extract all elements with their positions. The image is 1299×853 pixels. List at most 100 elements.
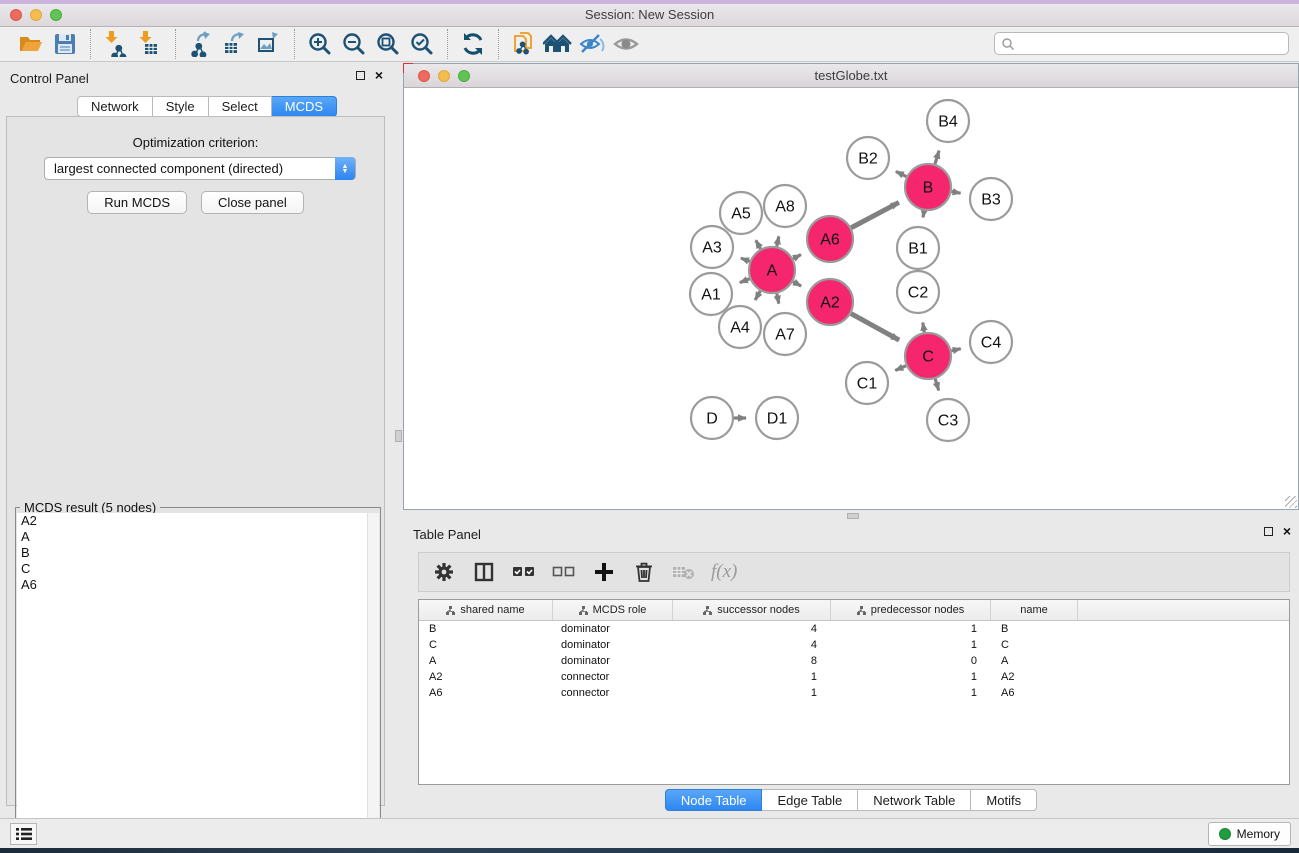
cell-mcds_role[interactable]: connector bbox=[553, 669, 673, 685]
open-file-button[interactable] bbox=[14, 29, 48, 59]
graph-node-A[interactable]: A bbox=[749, 247, 795, 293]
cell-name[interactable]: A2 bbox=[991, 669, 1078, 685]
graph-edge-C-C1[interactable] bbox=[895, 366, 906, 371]
tab-network-table[interactable]: Network Table bbox=[858, 789, 971, 811]
cell-mcds_role[interactable]: connector bbox=[553, 685, 673, 701]
settings-button[interactable] bbox=[431, 559, 457, 585]
cell-mcds_role[interactable]: dominator bbox=[553, 653, 673, 669]
graph-edge-A-A7[interactable] bbox=[777, 294, 779, 304]
tab-network[interactable]: Network bbox=[77, 96, 153, 117]
graph-edge-C-C2[interactable] bbox=[923, 323, 925, 333]
network-maximize-button[interactable] bbox=[458, 70, 470, 82]
float-panel-icon[interactable] bbox=[356, 71, 365, 80]
graph-edge-A-A5[interactable] bbox=[756, 240, 761, 249]
graph-node-B[interactable]: B bbox=[905, 164, 951, 210]
network-window-titlebar[interactable]: testGlobe.txt bbox=[404, 64, 1298, 88]
vertical-split-handle[interactable] bbox=[395, 430, 402, 442]
cell-successor_nodes[interactable]: 4 bbox=[673, 637, 831, 653]
delete-column-button[interactable] bbox=[631, 559, 657, 585]
tab-motifs[interactable]: Motifs bbox=[971, 789, 1037, 811]
first-neighbors-button[interactable] bbox=[541, 29, 575, 59]
maximize-window-button[interactable] bbox=[50, 9, 62, 21]
app-titlebar[interactable]: Session: New Session bbox=[0, 4, 1299, 27]
graph-node-A4[interactable]: A4 bbox=[719, 306, 761, 348]
result-list-item[interactable]: A6 bbox=[17, 577, 369, 593]
cell-name[interactable]: C bbox=[991, 637, 1078, 653]
run-mcds-button[interactable]: Run MCDS bbox=[87, 191, 187, 214]
show-all-button[interactable] bbox=[609, 29, 643, 59]
graph-node-C2[interactable]: C2 bbox=[897, 271, 939, 313]
delete-table-button[interactable] bbox=[671, 559, 697, 585]
cell-predecessor_nodes[interactable]: 1 bbox=[831, 637, 991, 653]
graph-edge-A2-C[interactable] bbox=[851, 314, 899, 340]
column-header-successor-nodes[interactable]: successor nodes bbox=[673, 600, 831, 620]
mcds-result-list[interactable]: A2ABCA6 bbox=[17, 513, 369, 849]
tab-node-table[interactable]: Node Table bbox=[665, 789, 763, 811]
export-image-button[interactable] bbox=[252, 29, 286, 59]
unselect-all-columns-button[interactable] bbox=[551, 559, 577, 585]
tab-style[interactable]: Style bbox=[153, 96, 209, 117]
export-table-button[interactable] bbox=[218, 29, 252, 59]
float-table-panel-icon[interactable] bbox=[1264, 527, 1273, 536]
close-panel-button[interactable]: Close panel bbox=[201, 191, 304, 214]
graph-edge-A-A8[interactable] bbox=[777, 236, 779, 246]
minimize-window-button[interactable] bbox=[30, 9, 42, 21]
select-all-columns-button[interactable] bbox=[511, 559, 537, 585]
graph-node-B4[interactable]: B4 bbox=[927, 100, 969, 142]
search-box[interactable] bbox=[994, 32, 1289, 55]
cell-name[interactable]: A bbox=[991, 653, 1078, 669]
graph-node-A5[interactable]: A5 bbox=[720, 192, 762, 234]
table-row-B[interactable]: Bdominator41B bbox=[419, 621, 1289, 637]
result-list-item[interactable]: B bbox=[17, 545, 369, 561]
graph-node-C[interactable]: C bbox=[905, 333, 951, 379]
cell-name[interactable]: B bbox=[991, 621, 1078, 637]
zoom-selected-button[interactable] bbox=[405, 29, 439, 59]
cell-successor_nodes[interactable]: 8 bbox=[673, 653, 831, 669]
zoom-fit-button[interactable] bbox=[371, 29, 405, 59]
column-header-MCDS-role[interactable]: MCDS role bbox=[553, 600, 673, 620]
import-network-button[interactable] bbox=[99, 29, 133, 59]
cell-mcds_role[interactable]: dominator bbox=[553, 637, 673, 653]
cell-predecessor_nodes[interactable]: 1 bbox=[831, 685, 991, 701]
graph-edge-A-A3[interactable] bbox=[741, 258, 750, 261]
graph-node-A6[interactable]: A6 bbox=[807, 216, 853, 262]
column-header-shared-name[interactable]: shared name bbox=[419, 600, 553, 620]
network-minimize-button[interactable] bbox=[438, 70, 450, 82]
table-row-A[interactable]: Adominator80A bbox=[419, 653, 1289, 669]
hide-selected-button[interactable] bbox=[575, 29, 609, 59]
cell-successor_nodes[interactable]: 1 bbox=[673, 685, 831, 701]
result-list-item[interactable]: A2 bbox=[17, 513, 369, 529]
result-list-scrollbar[interactable] bbox=[367, 513, 379, 849]
new-network-from-selection-button[interactable] bbox=[507, 29, 541, 59]
graph-node-C1[interactable]: C1 bbox=[846, 362, 888, 404]
function-builder-button[interactable]: f(x) bbox=[711, 561, 737, 583]
graph-node-A1[interactable]: A1 bbox=[690, 273, 732, 315]
tab-select[interactable]: Select bbox=[209, 96, 272, 117]
graph-edge-A-A1[interactable] bbox=[740, 279, 750, 283]
cell-predecessor_nodes[interactable]: 1 bbox=[831, 669, 991, 685]
criterion-dropdown[interactable]: largest connected component (directed) ▲… bbox=[44, 157, 356, 180]
table-row-A2[interactable]: A2connector11A2 bbox=[419, 669, 1289, 685]
graph-node-C3[interactable]: C3 bbox=[927, 399, 969, 441]
result-list-item[interactable]: A bbox=[17, 529, 369, 545]
task-history-button[interactable] bbox=[10, 823, 37, 845]
cell-predecessor_nodes[interactable]: 1 bbox=[831, 621, 991, 637]
cell-successor_nodes[interactable]: 4 bbox=[673, 621, 831, 637]
graph-node-A3[interactable]: A3 bbox=[691, 226, 733, 268]
column-header-predecessor-nodes[interactable]: predecessor nodes bbox=[831, 600, 991, 620]
graph-node-C4[interactable]: C4 bbox=[970, 321, 1012, 363]
zoom-out-button[interactable] bbox=[337, 29, 371, 59]
search-input[interactable] bbox=[1015, 33, 1288, 54]
cell-shared_name[interactable]: C bbox=[419, 637, 553, 653]
save-session-button[interactable] bbox=[48, 29, 82, 59]
memory-button[interactable]: Memory bbox=[1208, 822, 1291, 846]
graph-edge-A6-B[interactable] bbox=[851, 202, 899, 227]
tab-edge-table[interactable]: Edge Table bbox=[762, 789, 858, 811]
cell-shared_name[interactable]: A2 bbox=[419, 669, 553, 685]
close-panel-icon[interactable]: × bbox=[375, 71, 383, 80]
graph-edge-A-A2[interactable] bbox=[793, 282, 801, 286]
network-canvas[interactable]: B4B2BB3A5A8A6B1A3AC2A1A2A4A7C4CC1DD1C3 bbox=[404, 89, 1298, 509]
cell-predecessor_nodes[interactable]: 0 bbox=[831, 653, 991, 669]
cell-name[interactable]: A6 bbox=[991, 685, 1078, 701]
graph-edge-C-C3[interactable] bbox=[935, 379, 939, 391]
